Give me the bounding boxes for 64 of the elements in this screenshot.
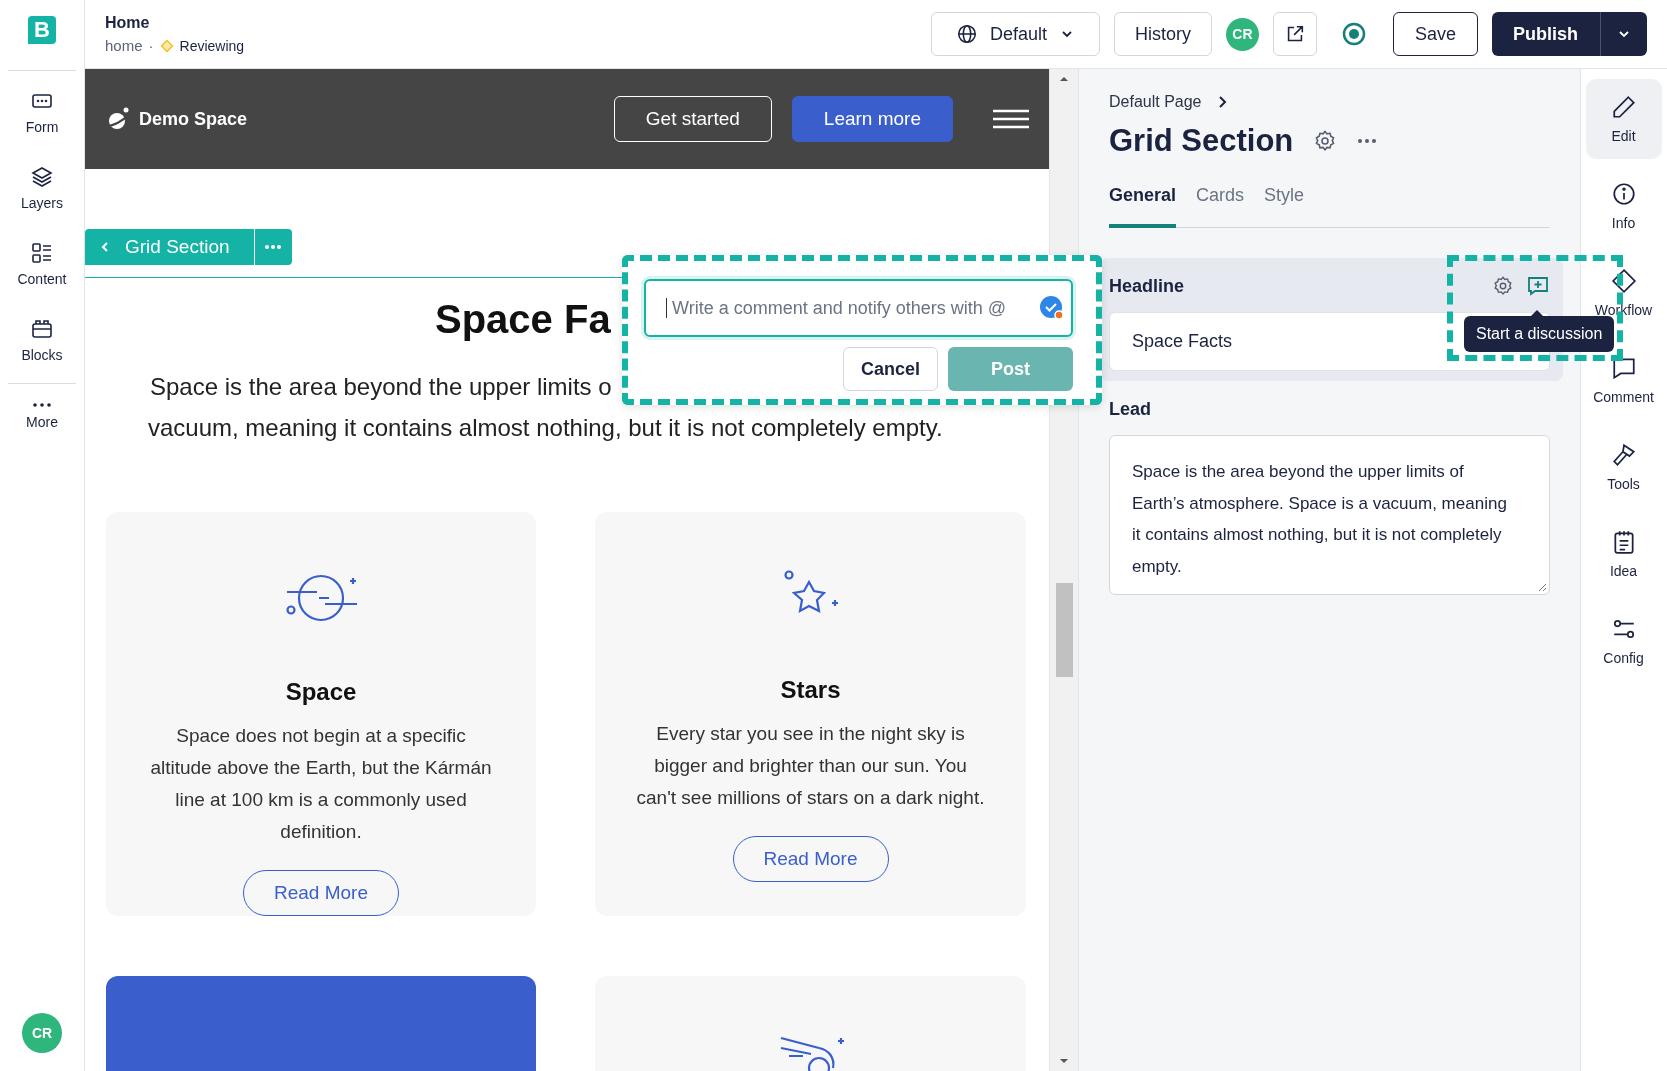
lead-field[interactable]: Space is the area beyond the upper limits of Earth’s atmosphere. Space is a vacuum, meaning it contains almost nothing, but it is not completely empty. <box>1109 435 1550 595</box>
section-lead: Space is the area beyond the upper limits o <box>150 372 612 402</box>
resize-handle-icon[interactable] <box>1537 582 1547 592</box>
hammer-icon <box>1610 442 1637 468</box>
check-badge-icon <box>1039 295 1065 321</box>
text-cursor <box>666 298 667 318</box>
site-button[interactable]: Get started <box>613 96 772 142</box>
rail-item[interactable]: Tools <box>1585 427 1662 507</box>
external-link-button[interactable] <box>1272 12 1317 56</box>
page-path: home <box>105 37 143 54</box>
chevron-left-icon <box>99 241 111 253</box>
rail-item[interactable]: Config <box>1585 601 1662 681</box>
pencil-icon <box>1610 94 1637 120</box>
list-icon <box>30 241 54 265</box>
layers-icon <box>30 165 54 189</box>
panel-tab[interactable]: General <box>1109 185 1177 228</box>
site-button[interactable]: Learn more <box>791 96 953 142</box>
comment-button[interactable]: Cancel <box>843 347 938 391</box>
rail-item[interactable]: Info <box>1585 166 1662 246</box>
card-title: Space <box>285 678 357 706</box>
comment-field[interactable]: Write a comment and notify others with @ <box>644 279 1073 337</box>
add-comment-icon[interactable] <box>1526 274 1550 298</box>
field-label: Lead <box>1109 398 1151 420</box>
locale-dropdown[interactable]: Default <box>930 12 1100 56</box>
sidebar-item[interactable]: Content <box>2 227 82 303</box>
more-icon <box>264 244 283 250</box>
path-separator: · <box>148 37 154 54</box>
sidebar-item[interactable]: Blocks <box>2 303 82 379</box>
panel-tab[interactable]: Style <box>1264 185 1305 228</box>
info-icon <box>1610 181 1637 207</box>
settings-icon[interactable] <box>1492 275 1514 297</box>
scrollbar-thumb[interactable] <box>1055 583 1073 677</box>
panel-tab[interactable]: Cards <box>1196 185 1245 228</box>
card-title: Stars <box>780 676 841 704</box>
history-button[interactable]: History <box>1113 12 1212 56</box>
menu-icon[interactable] <box>993 109 1029 129</box>
breadcrumb-link[interactable]: Default Page <box>1109 93 1202 111</box>
card-text: Every star you see in the night sky is bigger and brighter than our sun. You can't see millions of stars on a dark night. <box>635 722 986 810</box>
field-label: Headline <box>1109 275 1185 297</box>
rail-item[interactable]: Idea <box>1585 514 1662 594</box>
sidebar-item[interactable]: Layers <box>2 151 82 227</box>
arrow-up-icon[interactable] <box>1059 75 1069 83</box>
record-icon[interactable] <box>1340 21 1367 47</box>
comment-icon <box>1610 355 1637 381</box>
section-options-button[interactable] <box>253 229 292 265</box>
section-heading: Space Fa <box>435 296 611 343</box>
sidebar-item[interactable]: More <box>2 388 82 446</box>
rail-item[interactable]: Edit <box>1585 79 1662 159</box>
more-icon <box>31 402 53 408</box>
sidebar-item[interactable]: Form <box>2 75 82 151</box>
page-title: Home <box>105 14 151 32</box>
diamond-icon <box>1610 268 1637 294</box>
tooltip: Start a discussion <box>1464 316 1615 352</box>
site-brand: Demo Space <box>139 108 248 130</box>
more-icon[interactable] <box>1357 138 1378 144</box>
section-lead: vacuum, meaning it contains almost nothing, but it is not completely empty. <box>148 413 943 443</box>
panel-title: Grid Section <box>1109 123 1294 159</box>
card-text: Space does not begin at a specific altitude above the Earth, but the Kármán line at 100 km is a commonly used definition. <box>149 724 493 844</box>
arrow-down-icon[interactable] <box>1059 1057 1069 1065</box>
save-button[interactable]: Save <box>1392 12 1478 56</box>
workflow-status: Reviewing <box>179 37 245 54</box>
status-diamond-icon <box>159 38 174 53</box>
globe-icon <box>955 23 978 45</box>
blocks-icon <box>30 317 54 341</box>
